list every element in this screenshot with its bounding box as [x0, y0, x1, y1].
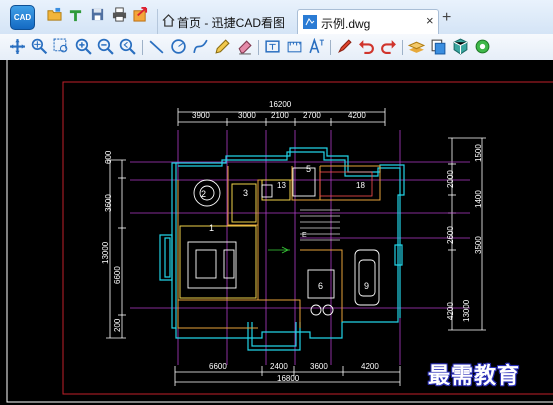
highlight-pen-icon[interactable] [336, 38, 353, 55]
room-number: 9 [364, 281, 370, 291]
toolbar-separator [142, 40, 143, 55]
3d-view-icon[interactable] [452, 38, 469, 55]
zoom-window-icon[interactable] [53, 38, 70, 55]
new-tab-button[interactable]: + [442, 9, 451, 27]
dim-left-2: 3600 [104, 194, 113, 212]
toolbar-separator [258, 40, 259, 55]
undo-icon[interactable] [358, 38, 375, 55]
measure-icon[interactable] [286, 38, 303, 55]
dim-bottom-total: 16800 [277, 374, 300, 383]
pin-icon[interactable] [68, 7, 83, 22]
dim-right-2: 2000 [446, 170, 455, 188]
dim-right-1: 1500 [474, 144, 483, 162]
erase-icon[interactable] [236, 38, 253, 55]
dim-top-4: 2700 [303, 111, 321, 120]
watermark-text: 最需教育 [428, 363, 521, 389]
dim-bottom-1: 6600 [209, 362, 227, 371]
dim-top-3: 2100 [271, 111, 289, 120]
zoom-out-icon[interactable] [97, 38, 114, 55]
home-icon [162, 14, 175, 27]
print-icon[interactable] [112, 7, 127, 22]
tab-document[interactable]: 示例.dwg × [297, 9, 439, 34]
room-number: 18 [356, 181, 365, 190]
dim-top-total: 16200 [269, 100, 292, 109]
redo-icon[interactable] [380, 38, 397, 55]
share-icon[interactable] [133, 7, 148, 22]
layer-icon[interactable] [408, 38, 425, 55]
dim-bottom-3: 3600 [310, 362, 328, 371]
dim-top-2: 3000 [238, 111, 256, 120]
line-icon[interactable] [148, 38, 165, 55]
dim-bottom-2: 2400 [270, 362, 288, 371]
dim-right-4: 2600 [446, 226, 455, 244]
toolbar-separator [330, 40, 331, 55]
circle-icon[interactable] [170, 38, 187, 55]
dim-top-5: 4200 [348, 111, 366, 120]
polyline-icon[interactable] [192, 38, 209, 55]
dim-left-4: 200 [113, 318, 122, 332]
pan-icon[interactable] [9, 38, 26, 55]
dim-bottom-4: 4200 [361, 362, 379, 371]
zoom-previous-icon[interactable] [119, 38, 136, 55]
text-icon[interactable] [308, 38, 325, 55]
room-number: 13 [277, 181, 286, 190]
room-number: 3 [243, 188, 249, 198]
dim-right-3: 1400 [474, 190, 483, 208]
dim-left-1: 600 [104, 150, 113, 164]
dim-left-3: 6600 [113, 266, 122, 284]
dim-top-1: 3900 [192, 111, 210, 120]
toolbar-separator [402, 40, 403, 55]
open-folder-icon[interactable] [47, 7, 62, 22]
zoom-in-icon[interactable] [75, 38, 92, 55]
drawing-canvas[interactable]: 16200 3900 3000 2100 2700 4200 6600 2400… [0, 60, 553, 405]
settings-icon[interactable] [474, 38, 491, 55]
close-tab-icon[interactable]: × [426, 13, 434, 28]
tab-home[interactable]: 首页 - 迅捷CAD看图 [157, 9, 295, 34]
room-number: 5 [306, 164, 312, 174]
dim-left-total: 13000 [101, 241, 110, 264]
dim-right-5: 3500 [474, 236, 483, 254]
dim-right-total: 13000 [462, 299, 471, 322]
room-number: 2 [201, 189, 207, 199]
text-frame-icon[interactable] [264, 38, 281, 55]
dwg-file-icon [303, 15, 317, 29]
sketch-icon[interactable] [214, 38, 231, 55]
room-number: 6 [318, 281, 324, 291]
copy-icon[interactable] [430, 38, 447, 55]
toolbar [0, 34, 553, 61]
app-logo[interactable]: CAD [10, 5, 35, 30]
room-number: E [302, 232, 307, 239]
dim-right-6: 4200 [446, 302, 455, 320]
room-number: 1 [209, 223, 215, 233]
title-bar: CAD 首页 - 迅捷CAD看图 示例.dwg × + [0, 0, 553, 34]
zoom-realtime-icon[interactable] [31, 38, 48, 55]
save-icon[interactable] [90, 7, 105, 22]
